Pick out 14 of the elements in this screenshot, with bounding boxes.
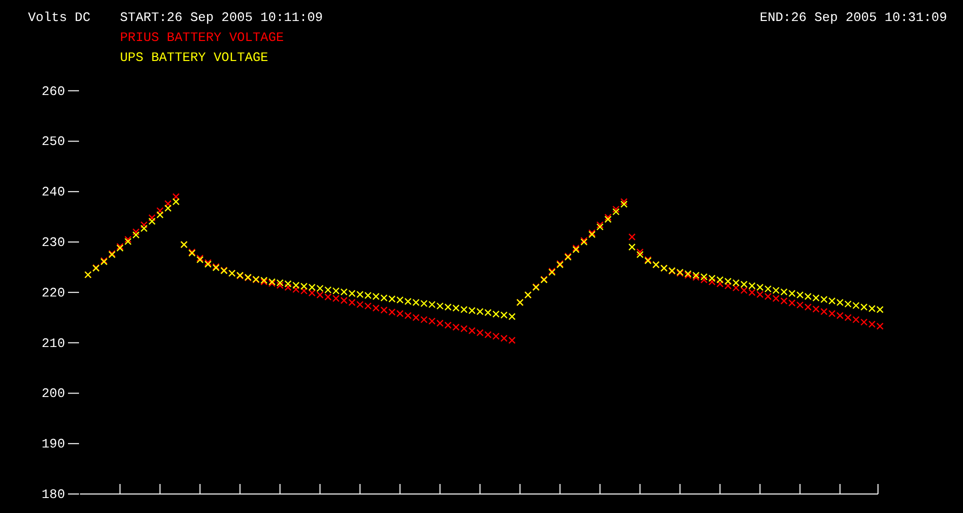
start-time: START:26 Sep 2005 10:11:09 bbox=[120, 10, 323, 25]
tick-label: 240 bbox=[42, 184, 65, 200]
tick-label: 180 bbox=[42, 487, 65, 502]
axis-label: Volts DC bbox=[28, 10, 90, 25]
tick-label: 260 bbox=[42, 84, 65, 99]
end-time: END:26 Sep 2005 10:31:09 bbox=[760, 10, 947, 25]
tick-label: 200 bbox=[42, 386, 65, 402]
tick-label: 190 bbox=[42, 436, 65, 452]
legend-label: PRIUS BATTERY VOLTAGE bbox=[120, 30, 284, 45]
tick-label: 250 bbox=[42, 134, 65, 150]
legend-label: UPS BATTERY VOLTAGE bbox=[120, 50, 268, 65]
tick-label: 230 bbox=[42, 235, 65, 250]
tick-label: 220 bbox=[42, 285, 65, 300]
tick-label: 210 bbox=[42, 336, 65, 351]
